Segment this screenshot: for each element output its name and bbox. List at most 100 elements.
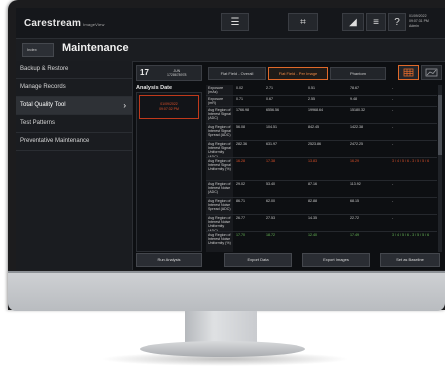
table-row: Avg Region of Interest Noise Uniformity … [206,232,437,252]
table-cell: 15180.32 [350,108,365,112]
table-row: Avg Region of Interest Signal Uniformity… [206,158,437,181]
table-cell: - [392,86,394,90]
analysis-date-list: 01/09/2022 09:07:32 PM [136,92,202,252]
table-row: Exposure (mAs) 0.02 2.71 0.51 78.67 - [206,85,437,96]
row-label: Avg Region of Interest Noise Spread (ADC… [206,198,233,214]
table-cell: 53.40 [266,182,275,186]
table-cell: 2523.86 [308,142,321,146]
table-cell: - [392,216,394,220]
exposure-icon[interactable]: ⌗ [288,13,318,31]
brand-logo: Carestream ImageView [24,18,105,29]
table-cell: 18.72 [266,233,275,237]
sidebar-item-test-patterns[interactable]: Test Patterns [16,115,132,133]
results-table: Exposure (mAs) 0.02 2.71 0.51 78.67- Exposure… [206,85,437,252]
scrollbar-thumb[interactable] [438,95,442,155]
chart-view-icon[interactable] [421,65,442,80]
table-cell: 78.67 [350,86,359,90]
table-cell: 0.67 [266,97,273,101]
row-label: Avg Region of Interest Signal Uniformity… [206,141,233,157]
table-cell: - [392,182,394,186]
row-label: Avg Region of Interest Noise Uniformity … [206,232,233,252]
row-label: Exposure (mAs) [206,85,233,95]
row-label: Exposure (mR) [206,96,233,106]
help-icon[interactable]: ? [388,13,406,31]
table-cell: - [392,108,394,112]
table-cell: 29.02 [236,182,245,186]
sidebar-item-preventative-maintenance[interactable]: Preventative Maintenance [16,133,132,151]
row-label: Avg Region of Interest Noise Uniformity … [206,215,233,231]
main-panel: 17 JUN 1728678978 Flat Field - Overall F… [134,61,445,270]
list-icon[interactable]: ☰ [221,13,249,31]
sidebar-item-total-quality-tool[interactable]: Total Quality Tool › [16,97,132,115]
table-cell: - [392,125,394,129]
table-cell: 104.51 [266,125,277,129]
table-cell: 82.88 [308,199,317,203]
table-cell: 26.77 [236,216,245,220]
title-bar: Index Maintenance [16,39,445,62]
screen: Carestream ImageView ☰ ⌗ ◢ ≡ ? 01/09/2022… [16,8,445,270]
table-cell: 1422.38 [350,125,363,129]
sidebar-item-backup-restore[interactable]: Backup & Restore [16,61,132,79]
brand-name: Carestream [24,18,82,29]
export-images-button[interactable]: Export Images [302,253,370,267]
table-scrollbar[interactable] [438,85,442,252]
date-day: 17 [140,68,149,77]
set-as-baseline-button[interactable]: Set as Baseline [380,253,440,267]
monitor-base [140,341,305,357]
table-cell: 27.53 [266,216,275,220]
table-cell: 6556.56 [266,108,279,112]
date-selector[interactable]: 17 JUN 1728678978 [136,65,202,81]
sidebar-item-label: Preventative Maintenance [20,138,90,144]
table-cell: 2.71 [266,86,273,90]
row-label: Avg Region of Interest Noise (ADC) [206,181,233,197]
top-bar: Carestream ImageView ☰ ⌗ ◢ ≡ ? 01/09/2022… [16,8,445,39]
table-row: Avg Region of Interest Signal Spread (AD… [206,124,437,141]
tab-flat-field-per-image[interactable]: Flat Field - Per Image [268,67,328,80]
table-cell: - [392,97,394,101]
home-button[interactable]: Index [22,43,54,57]
table-row: Avg Region of Interest Signal (ADC) 1766.… [206,107,437,124]
sidebar-item-label: Manage Records [20,84,66,90]
table-cell: 12.40 [308,233,317,237]
grid-view-icon[interactable] [398,65,419,80]
table-cell: 19968.64 [308,108,323,112]
clock-user: Admin [409,24,419,28]
table-cell: 0.02 [236,86,243,90]
chin-divider [8,271,445,273]
table-cell: 17.38 [266,159,275,163]
tab-phantom[interactable]: Phantom [330,67,386,80]
table-cell: 0.71 [236,97,243,101]
table-cell: 56.08 [236,125,245,129]
date-id: 1728678978 [167,73,187,77]
signal-icon[interactable]: ◢ [342,13,364,31]
table-cell: 282.36 [236,142,247,146]
table-cell: 113.92 [350,182,361,186]
table-cell: 17.49 [350,233,359,237]
sidebar-item-label: Test Patterns [20,120,56,126]
table-cell: 3 / 4 / 5 / 6 - 3 / 5 / 5 / 6 [392,159,430,163]
run-analysis-button[interactable]: Run Analysis [136,253,202,267]
table-cell: 16.28 [236,159,245,163]
tab-flat-field-overall[interactable]: Flat Field - Overall [208,67,266,80]
brand-sub: ImageView [83,22,105,27]
sidebar-item-label: Total Quality Tool [20,102,66,108]
table-cell: 16.29 [350,159,359,163]
table-row: Avg Region of Interest Noise (ADC) 29.02 5… [206,181,437,198]
menu-icon[interactable]: ≡ [366,13,386,31]
table-row: Avg Region of Interest Noise Spread (ADC… [206,198,437,215]
table-cell: 17.70 [236,233,245,237]
chevron-right-icon: › [123,101,126,110]
table-cell: 62.00 [266,199,275,203]
date-detail: JUN 1728678978 [167,69,186,77]
page-title: Maintenance [62,42,129,54]
table-cell: 2.55 [308,97,315,101]
sidebar-item-manage-records[interactable]: Manage Records [16,79,132,97]
export-data-button[interactable]: Export Data [224,253,292,267]
analysis-date-entry[interactable]: 01/09/2022 09:07:32 PM [139,95,199,119]
analysis-entry-time: 09:07:32 PM [159,107,179,111]
table-cell: 68.15 [350,199,359,203]
table-row: Avg Region of Interest Noise Uniformity … [206,215,437,232]
clock: 01/09/2022 09:07:31 PM Admin [409,14,429,29]
table-cell: 842.45 [308,125,319,129]
table-cell: - [392,142,394,146]
